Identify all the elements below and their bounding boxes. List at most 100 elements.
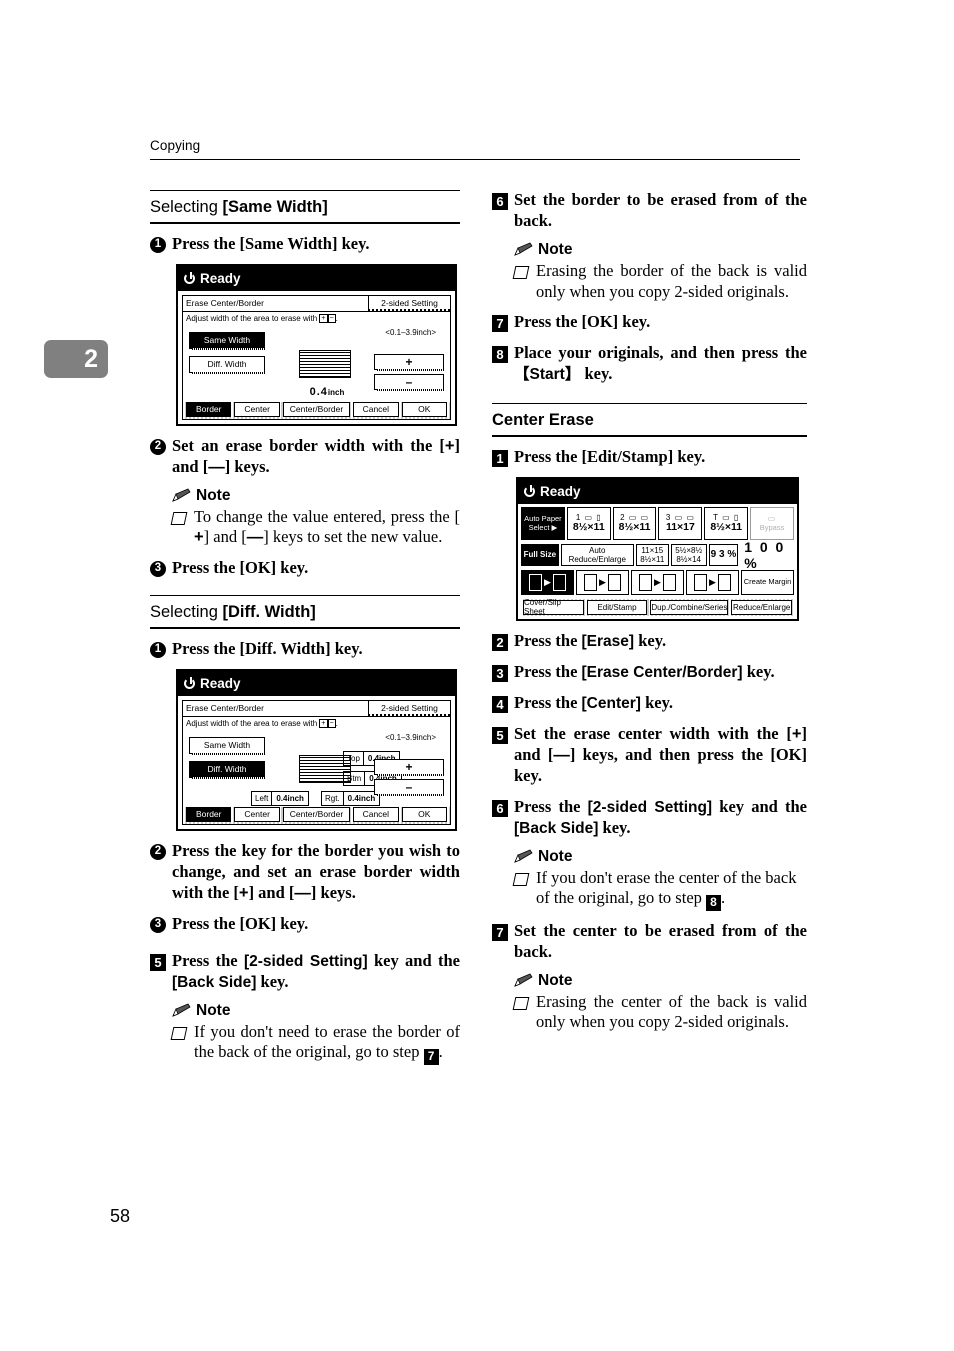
two-sided-setting-tab[interactable]: 2-sided Setting <box>368 295 450 311</box>
tab-cover-slip-sheet[interactable]: Cover/Slip Sheet <box>523 598 584 616</box>
paper-tray-row: Auto Paper Select ▶ 1 ▭ ▯ 8½×11 2 ▭ ▭ 8½… <box>521 506 794 540</box>
minus-key-glyph: — <box>553 745 570 764</box>
width-mode-buttons: Same Width Diff. Width <box>189 331 266 380</box>
diff-width-button[interactable]: Diff. Width <box>189 355 266 374</box>
preset-ratio-1-button[interactable]: 11×15 8½×11 <box>635 543 669 566</box>
center-border-button[interactable]: Center/Border <box>282 806 351 822</box>
note-label: Note <box>538 240 573 258</box>
note-text-a: If you don't erase the center of the bac… <box>536 867 797 908</box>
tab-edit-stamp[interactable]: Edit/Stamp <box>586 599 648 615</box>
lcd-screenshot-diff-width: Ready Erase Center/Border 2-sided Settin… <box>176 668 457 831</box>
note-bullet-icon <box>512 872 530 886</box>
start-key-label: 【Start】 <box>514 366 581 384</box>
step-text: Set the erase center width with the [+] … <box>514 724 807 787</box>
full-size-button[interactable]: Full Size <box>521 543 559 566</box>
dialog-title: Erase Center/Border <box>186 297 264 308</box>
section-title-key: [Same Width] <box>222 198 328 216</box>
dialog-titlebar: Erase Center/Border 2-sided Setting <box>183 700 450 717</box>
step-number: 3 <box>150 916 166 933</box>
lcd-status-bar: Ready <box>518 478 797 504</box>
step-text-b: key and the <box>367 950 460 970</box>
step-number: 5 <box>150 953 166 971</box>
minus-button[interactable]: – <box>374 778 445 796</box>
tray-icon: ▭ <box>767 514 777 524</box>
plus-glyph: + <box>319 718 328 728</box>
tray-bypass: ▭ Bypass <box>750 506 794 540</box>
two-sided-setting-tab[interactable]: 2-sided Setting <box>368 700 450 716</box>
tray-size: 8½×11 <box>618 521 651 534</box>
tab-reduce-enlarge[interactable]: Reduce/Enlarge <box>731 599 793 615</box>
combine-4on1-button[interactable]: ▶ <box>686 569 739 595</box>
right-width-field[interactable]: Rgt. 0.4inch <box>321 790 381 806</box>
preset-ratio-3-button[interactable]: 9 3 % <box>708 543 739 566</box>
auto-reduce-enlarge-button[interactable]: Auto Reduce/Enlarge <box>560 543 634 566</box>
step-text-b: key and the <box>712 796 807 816</box>
tray-t[interactable]: T ▭ ▯ 8½×11 <box>704 506 749 540</box>
border-button[interactable]: Border <box>186 806 232 822</box>
dialog-instruction: Adjust width of the area to erase with +… <box>183 312 450 324</box>
plus-button[interactable]: + <box>374 353 445 371</box>
step-text: Press the [OK] key. <box>172 558 309 578</box>
diff-width-button[interactable]: Diff. Width <box>189 760 266 779</box>
step-item: 1 Press the [Diff. Width] key. <box>150 639 460 660</box>
tab-dup-combine-series[interactable]: Dup./Combine/Series <box>650 599 729 615</box>
arrow-icon: ▶ <box>654 577 661 588</box>
power-ready-icon <box>184 676 195 689</box>
tray-size: 8½×11 <box>710 521 743 534</box>
center-button[interactable]: Center <box>234 806 280 822</box>
note-block: Note To change the value entered, press … <box>170 487 460 548</box>
create-margin-button[interactable]: Create Margin <box>741 569 794 595</box>
section-title-key: [Diff. Width] <box>222 603 316 622</box>
section-title-prefix: Selecting <box>150 603 223 622</box>
duplex-1to2-button[interactable]: ▶ <box>521 569 574 595</box>
function-tab-row: Cover/Slip Sheet Edit/Stamp Dup./Combine… <box>521 598 794 616</box>
power-ready-icon <box>524 484 535 497</box>
step-text-a: Set the erase center width with the [ <box>514 723 792 743</box>
center-button[interactable]: Center <box>234 401 280 417</box>
left-width-label: Left <box>251 790 273 806</box>
combine-2on1-button[interactable]: ▶ <box>631 569 684 595</box>
plus-minus-buttons: + – <box>374 758 445 799</box>
duplex-2to2-button[interactable]: ▶ <box>576 569 629 595</box>
minus-button[interactable]: – <box>374 373 445 391</box>
step-text-b: key. <box>742 661 775 681</box>
step-number: 1 <box>150 642 166 658</box>
preset-2-top: 5½×8½ <box>675 545 703 555</box>
running-head-text: Copying <box>150 138 201 153</box>
step-text-a: Place your originals, and then press the <box>514 343 807 363</box>
ok-button[interactable]: OK <box>401 401 447 417</box>
step-text-b: key. <box>640 692 674 712</box>
step-number: 1 <box>150 236 166 253</box>
note-text: If you don't need to erase the border of… <box>194 1022 460 1065</box>
step-text: Set an erase border width with the [+] a… <box>172 436 460 478</box>
note-block: Note If you don't erase the center of th… <box>512 848 807 911</box>
cancel-button[interactable]: Cancel <box>353 806 399 822</box>
tray-size: 8½×11 <box>572 521 605 534</box>
tray-auto-paper-select[interactable]: Auto Paper Select ▶ <box>521 506 565 540</box>
erase-area-diagram <box>295 348 357 382</box>
center-border-button[interactable]: Center/Border <box>282 401 351 417</box>
ok-button[interactable]: OK <box>401 806 447 822</box>
plus-button[interactable]: + <box>374 758 445 776</box>
top-width-label: Top <box>343 750 364 766</box>
same-width-button[interactable]: Same Width <box>189 331 266 350</box>
note-text-b: ] and [ <box>203 527 247 547</box>
note-items: If you don't need to erase the border of… <box>170 1022 460 1065</box>
border-button[interactable]: Border <box>186 401 232 417</box>
same-width-button[interactable]: Same Width <box>189 736 266 755</box>
preset-2-bottom: 8½×14 <box>676 554 702 564</box>
preset-ratio-2-button[interactable]: 5½×8½ 8½×14 <box>670 543 707 566</box>
left-width-field[interactable]: Left 0.4inch <box>251 790 309 806</box>
cancel-button[interactable]: Cancel <box>353 401 399 417</box>
tray-3[interactable]: 3 ▭ ▭ 11×17 <box>658 506 703 540</box>
step-item: 6 Press the [2-sided Setting] key and th… <box>492 797 807 839</box>
right-width-label: Rgt. <box>321 790 344 806</box>
tray-2[interactable]: 2 ▭ ▭ 8½×11 <box>612 506 657 540</box>
instruction-text-a: Adjust width of the area to erase with <box>186 718 320 728</box>
step-number: 8 <box>492 346 508 364</box>
note-label: Note <box>196 1001 231 1019</box>
lcd-body: Auto Paper Select ▶ 1 ▭ ▯ 8½×11 2 ▭ ▭ 8½… <box>518 503 797 619</box>
tray-1[interactable]: 1 ▭ ▯ 8½×11 <box>566 506 611 540</box>
step-number: 5 <box>492 726 508 744</box>
note-block: Note If you don't need to erase the bord… <box>170 1001 460 1065</box>
